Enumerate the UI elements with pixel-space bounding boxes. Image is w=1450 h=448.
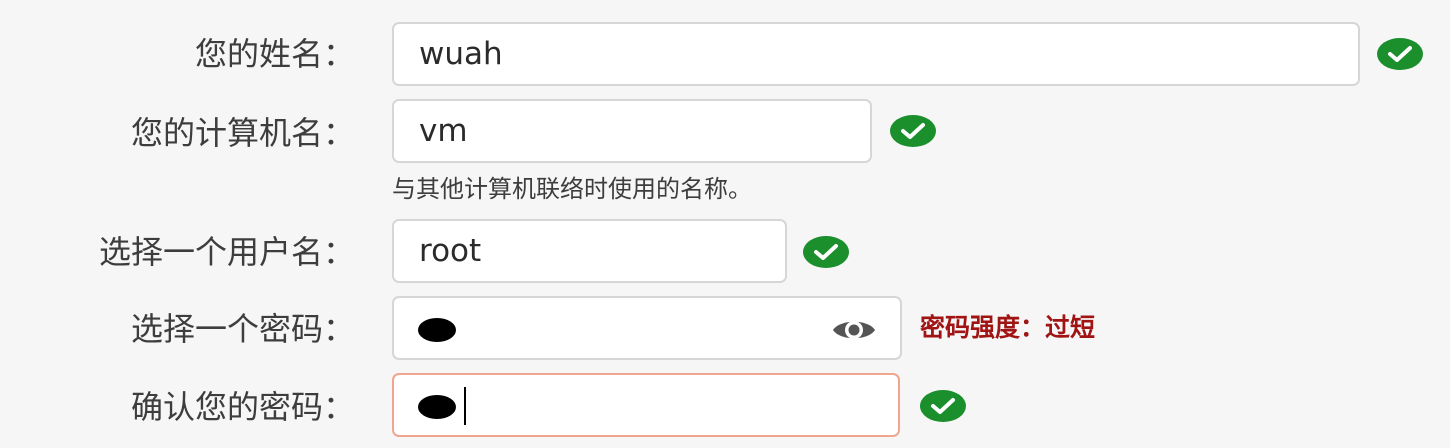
name-label: 您的姓名：	[194, 35, 355, 73]
confirm-password-label: 确认您的密码：	[130, 388, 355, 426]
confirm-password-valid-check-icon	[920, 390, 966, 422]
user-setup-form: 您的姓名： wuah 您的计算机名： vm 与其他计算机联络时使用的名称。 选择…	[0, 0, 1450, 448]
computer-name-value: vm	[419, 113, 468, 149]
computer-name-field[interactable]: vm	[392, 99, 872, 163]
computer-name-label: 您的计算机名：	[130, 114, 355, 152]
name-field[interactable]: wuah	[392, 22, 1360, 86]
username-value: root	[419, 233, 482, 269]
password-field[interactable]	[392, 296, 902, 360]
password-label: 选择一个密码：	[130, 310, 355, 348]
confirm-password-mask-dot	[418, 395, 456, 419]
confirm-password-field[interactable]	[392, 373, 900, 437]
password-strength-text: 密码强度：过短	[920, 313, 1096, 342]
computer-name-hint: 与其他计算机联络时使用的名称。	[392, 175, 752, 203]
text-cursor	[464, 387, 466, 425]
username-field[interactable]: root	[392, 219, 787, 283]
computer-name-valid-check-icon	[890, 115, 936, 147]
eye-icon[interactable]	[830, 315, 878, 349]
password-mask-dot	[418, 318, 456, 342]
username-valid-check-icon	[803, 236, 849, 268]
username-label: 选择一个用户名：	[98, 233, 355, 271]
name-value: wuah	[419, 36, 503, 72]
name-valid-check-icon	[1377, 38, 1423, 70]
